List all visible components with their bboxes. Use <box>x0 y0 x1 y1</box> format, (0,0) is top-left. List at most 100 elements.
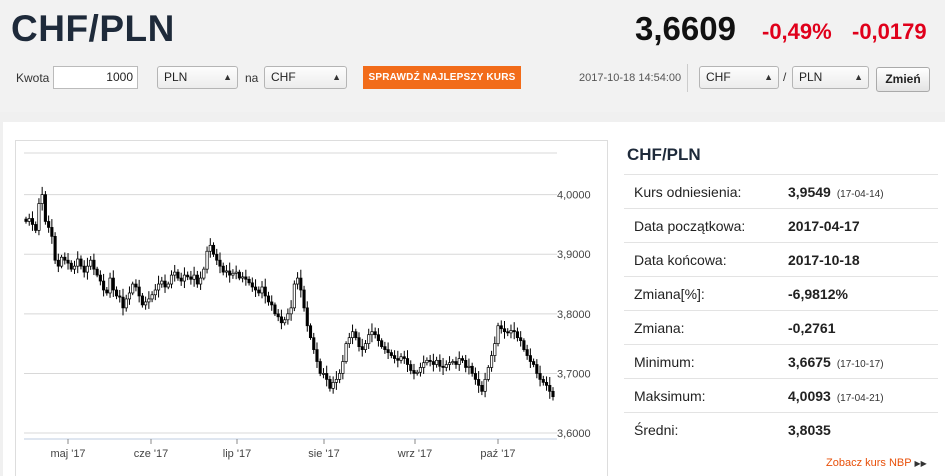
candle-body <box>538 373 542 380</box>
candle-body <box>496 325 500 344</box>
candle-body <box>34 224 38 231</box>
candle-body <box>373 331 377 336</box>
candle-body <box>241 276 245 279</box>
info-row-value: 2017-04-17 <box>788 218 860 234</box>
pair-title: CHF/PLN <box>11 8 175 49</box>
candle-body <box>357 337 361 347</box>
info-title: CHF/PLN <box>627 145 701 164</box>
info-row-date: (17-10-17) <box>836 359 884 370</box>
candle-body <box>221 265 225 273</box>
candle-body <box>347 337 351 344</box>
candle-body <box>140 295 144 306</box>
candle-body <box>270 301 274 306</box>
candle-body <box>279 316 283 324</box>
info-row: Data końcowa: 2017-10-18 <box>624 242 938 276</box>
info-row-value-text: -0,2761 <box>788 320 836 336</box>
candle-body <box>82 265 86 273</box>
candle-body <box>66 259 70 264</box>
y-tick-label: 3,7000 <box>557 368 591 380</box>
info-row-value-text: 2017-10-18 <box>788 252 860 268</box>
candle-body <box>111 277 115 291</box>
candle-body <box>108 277 112 294</box>
info-row-value-text: 3,6675 <box>788 354 831 370</box>
candle-body <box>134 283 138 288</box>
candle-body <box>98 274 102 282</box>
candle-body <box>454 361 458 365</box>
x-tick-label: maj '17 <box>50 448 85 460</box>
candle-body <box>273 304 277 315</box>
nbp-rate-link[interactable]: Zobacz kurs NBP ▶▶ <box>826 457 927 469</box>
candle-body <box>79 258 83 267</box>
y-tick-label: 4,0000 <box>557 190 591 202</box>
info-row-label: Data początkowa: <box>634 218 746 234</box>
best-rate-button[interactable]: SPRAWDŹ NAJLEPSZY KURS <box>363 66 521 89</box>
candle-body <box>522 340 526 350</box>
candle-body <box>289 307 293 315</box>
candle-body <box>40 194 44 204</box>
candle-body <box>528 355 532 362</box>
info-row-value: 3,6675 (17-10-17) <box>788 354 884 370</box>
pair-base-value: CHF <box>706 70 731 84</box>
amount-input[interactable]: 1000 <box>53 66 138 89</box>
pair-quote-select[interactable]: PLN ▲︎ <box>792 66 869 89</box>
candle-body <box>376 334 380 342</box>
candle-body <box>118 295 122 298</box>
candle-body <box>344 343 348 362</box>
candle-body <box>460 358 465 361</box>
candle-body <box>399 356 403 361</box>
change-pair-button[interactable]: Zmień <box>876 67 930 92</box>
candle-body <box>551 390 555 398</box>
candle-body <box>218 259 222 267</box>
amount-label: Kwota <box>16 71 50 85</box>
candle-body <box>296 277 300 285</box>
candle-body <box>173 271 177 276</box>
info-row-value: 3,8035 <box>788 422 831 438</box>
candle-body <box>470 365 474 374</box>
candle-body <box>435 359 439 365</box>
candle-body <box>234 271 238 274</box>
y-tick-label: 3,9000 <box>557 249 591 261</box>
candle-body <box>480 385 484 392</box>
candle-body <box>305 307 309 327</box>
candle-body <box>493 343 497 356</box>
x-tick-label: wrz '17 <box>397 448 433 460</box>
x-tick-label: paź '17 <box>480 448 515 460</box>
nbp-link-label: Zobacz kurs NBP <box>826 457 912 469</box>
change-percent: -0,49% <box>762 19 832 44</box>
candle-body <box>215 253 219 261</box>
candle-body <box>237 271 241 279</box>
x-tick-label: cze '17 <box>134 448 169 460</box>
x-tick-label: lip '17 <box>223 448 251 460</box>
candle-body <box>163 280 167 288</box>
candle-body <box>393 355 397 359</box>
candle-body <box>467 365 471 368</box>
to-currency-select[interactable]: CHF ▲︎ <box>264 66 347 89</box>
info-row-label: Zmiana[%]: <box>634 286 705 302</box>
x-tick-label: sie '17 <box>308 448 339 460</box>
candle-body <box>325 373 329 380</box>
select-arrows-icon: ▲︎ <box>764 72 773 82</box>
candle-body <box>396 358 400 361</box>
candle-body <box>257 289 261 294</box>
candle-body <box>147 298 151 303</box>
pair-base-select[interactable]: CHF ▲︎ <box>699 66 779 89</box>
candle-body <box>157 283 161 291</box>
candle-body <box>370 331 374 336</box>
info-row-label: Zmiana: <box>634 320 685 336</box>
candle-body <box>464 359 468 368</box>
candle-body <box>179 277 183 282</box>
candle-body <box>389 352 393 356</box>
candle-body <box>405 358 410 365</box>
select-arrows-icon: ▲︎ <box>223 72 232 82</box>
from-currency-select[interactable]: PLN ▲︎ <box>157 66 238 89</box>
candle-body <box>483 379 487 392</box>
candle-body <box>131 283 135 294</box>
candle-body <box>341 361 345 374</box>
candle-body <box>509 330 513 334</box>
info-row: Zmiana[%]: -6,9812% <box>624 276 938 310</box>
candle-body <box>189 276 193 280</box>
info-row-value-text: 3,8035 <box>788 422 831 438</box>
to-currency-value: CHF <box>271 70 296 84</box>
candle-body <box>321 373 325 375</box>
candle-body <box>422 362 426 368</box>
